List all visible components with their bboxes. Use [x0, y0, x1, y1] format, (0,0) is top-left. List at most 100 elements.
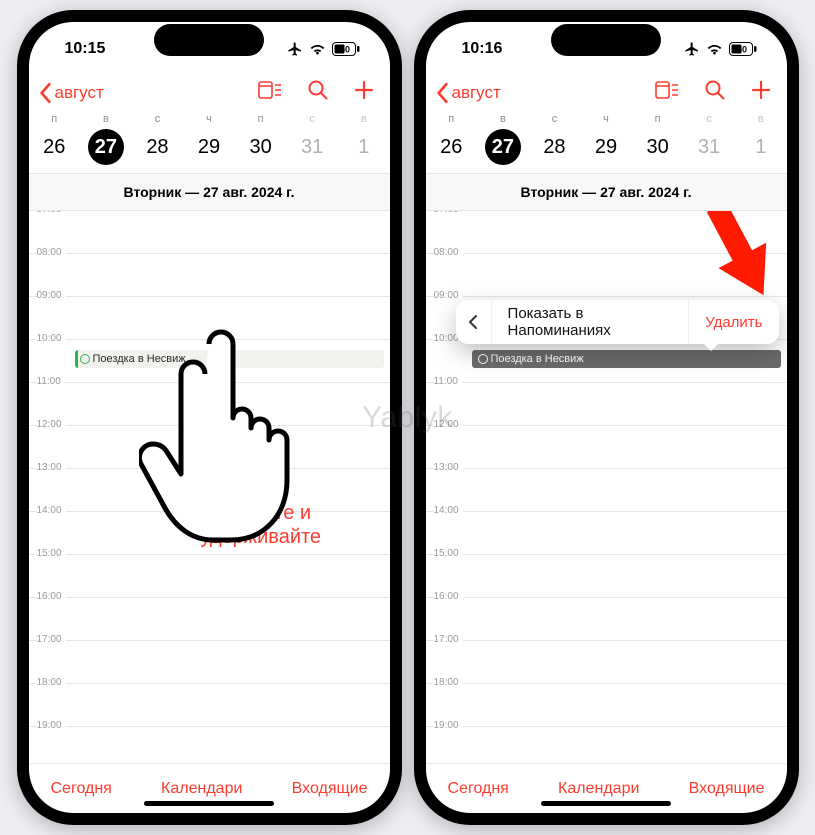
weekday-label: п: [426, 113, 478, 125]
clock: 10:16: [462, 40, 503, 58]
weekday-label: в: [477, 113, 529, 125]
hour-label: 08:00: [37, 247, 66, 258]
list-view-icon[interactable]: [258, 81, 282, 104]
calendar-event-selected[interactable]: Поездка в Несвиж: [472, 350, 781, 368]
today-button[interactable]: Сегодня: [448, 780, 509, 798]
weekday-label: в: [735, 113, 787, 125]
reminder-circle-icon: [478, 354, 488, 364]
hour-label: 11:00: [37, 376, 65, 387]
date-cell[interactable]: 1: [735, 129, 787, 165]
svg-text:50: 50: [736, 45, 746, 55]
inbox-button[interactable]: Входящие: [292, 780, 368, 798]
hour-label: 13:00: [434, 462, 463, 473]
home-indicator[interactable]: [541, 801, 671, 806]
weekday-label: в: [338, 113, 390, 125]
weekday-label: с: [132, 113, 184, 125]
chevron-left-icon: [434, 82, 452, 104]
battery-icon: 50: [332, 42, 360, 56]
date-cell[interactable]: 31: [683, 129, 735, 165]
home-indicator[interactable]: [144, 801, 274, 806]
add-icon[interactable]: [751, 80, 771, 105]
back-button[interactable]: август: [37, 82, 104, 104]
back-label: август: [55, 83, 104, 103]
hour-label: 19:00: [434, 720, 463, 731]
wifi-icon: [309, 42, 326, 56]
hour-label: 14:00: [37, 505, 66, 516]
menu-prev-button[interactable]: [456, 300, 492, 344]
menu-show-in-reminders[interactable]: Показать в Напоминаниях: [492, 300, 689, 344]
chevron-left-icon: [468, 314, 478, 330]
add-icon[interactable]: [354, 80, 374, 105]
wifi-icon: [706, 42, 723, 56]
date-cell[interactable]: 30: [632, 129, 684, 165]
screen: 10:15 50 август: [29, 22, 390, 813]
day-header: Вторник — 27 авг. 2024 г.: [426, 174, 787, 211]
nav-bar: август: [426, 76, 787, 111]
hour-label: 15:00: [37, 548, 66, 559]
hour-label: 12:00: [37, 419, 66, 430]
context-menu: Показать в Напоминаниях Удалить: [456, 300, 779, 344]
nav-icons: [258, 80, 374, 105]
hour-label: 08:00: [434, 247, 463, 258]
weekday-label: в: [80, 113, 132, 125]
hour-label: 12:00: [434, 419, 463, 430]
date-cell[interactable]: 28: [529, 129, 581, 165]
hour-label: 17:00: [434, 634, 463, 645]
battery-icon: 50: [729, 42, 757, 56]
date-cell-selected[interactable]: 27: [477, 129, 529, 165]
date-cell[interactable]: 1: [338, 129, 390, 165]
hour-label: 18:00: [434, 677, 463, 688]
timeline[interactable]: 07:00 08:00 09:00 10:00 Поездка в Несвиж…: [29, 211, 390, 763]
clock: 10:15: [65, 40, 106, 58]
hand-pointer-icon: [139, 329, 299, 549]
hour-label: 17:00: [37, 634, 66, 645]
phone-frame-right: 10:16 50 август: [414, 10, 799, 825]
calendars-button[interactable]: Календари: [558, 780, 639, 798]
status-icons: 50: [287, 41, 360, 57]
timeline[interactable]: 07:00 08:00 09:00 10:00 Поездка в Несвиж…: [426, 211, 787, 763]
hour-label: 18:00: [37, 677, 66, 688]
calendars-button[interactable]: Календари: [161, 780, 242, 798]
weekday-row: п в с ч п с в: [29, 111, 390, 127]
phone-frame-left: 10:15 50 август: [17, 10, 402, 825]
day-header: Вторник — 27 авг. 2024 г.: [29, 174, 390, 211]
status-icons: 50: [684, 41, 757, 57]
hour-label: 07:00: [434, 211, 463, 215]
hour-label: 07:00: [37, 211, 66, 215]
reminder-circle-icon: [80, 354, 90, 364]
back-button[interactable]: август: [434, 82, 501, 104]
weekday-label: п: [632, 113, 684, 125]
hour-label: 15:00: [434, 548, 463, 559]
nav-bar: август: [29, 76, 390, 111]
event-title: Поездка в Несвиж: [491, 353, 584, 365]
date-cell[interactable]: 28: [132, 129, 184, 165]
annotation-arrow-icon: [705, 211, 775, 301]
date-cell-selected[interactable]: 27: [80, 129, 132, 165]
search-icon[interactable]: [705, 80, 725, 105]
svg-text:50: 50: [339, 45, 349, 55]
date-cell[interactable]: 26: [426, 129, 478, 165]
date-cell[interactable]: 30: [235, 129, 287, 165]
weekday-label: с: [683, 113, 735, 125]
back-label: август: [452, 83, 501, 103]
hour-label: 11:00: [434, 376, 462, 387]
hour-label: 19:00: [37, 720, 66, 731]
search-icon[interactable]: [308, 80, 328, 105]
date-row: 26 27 28 29 30 31 1: [29, 127, 390, 174]
menu-delete-button[interactable]: Удалить: [688, 300, 778, 344]
list-view-icon[interactable]: [655, 81, 679, 104]
date-cell[interactable]: 31: [286, 129, 338, 165]
nav-icons: [655, 80, 771, 105]
date-cell[interactable]: 26: [29, 129, 81, 165]
hour-label: 16:00: [434, 591, 463, 602]
date-cell[interactable]: 29: [580, 129, 632, 165]
weekday-label: с: [529, 113, 581, 125]
screen: 10:16 50 август: [426, 22, 787, 813]
airplane-icon: [684, 41, 700, 57]
chevron-left-icon: [37, 82, 55, 104]
inbox-button[interactable]: Входящие: [689, 780, 765, 798]
weekday-label: ч: [183, 113, 235, 125]
today-button[interactable]: Сегодня: [51, 780, 112, 798]
airplane-icon: [287, 41, 303, 57]
date-cell[interactable]: 29: [183, 129, 235, 165]
